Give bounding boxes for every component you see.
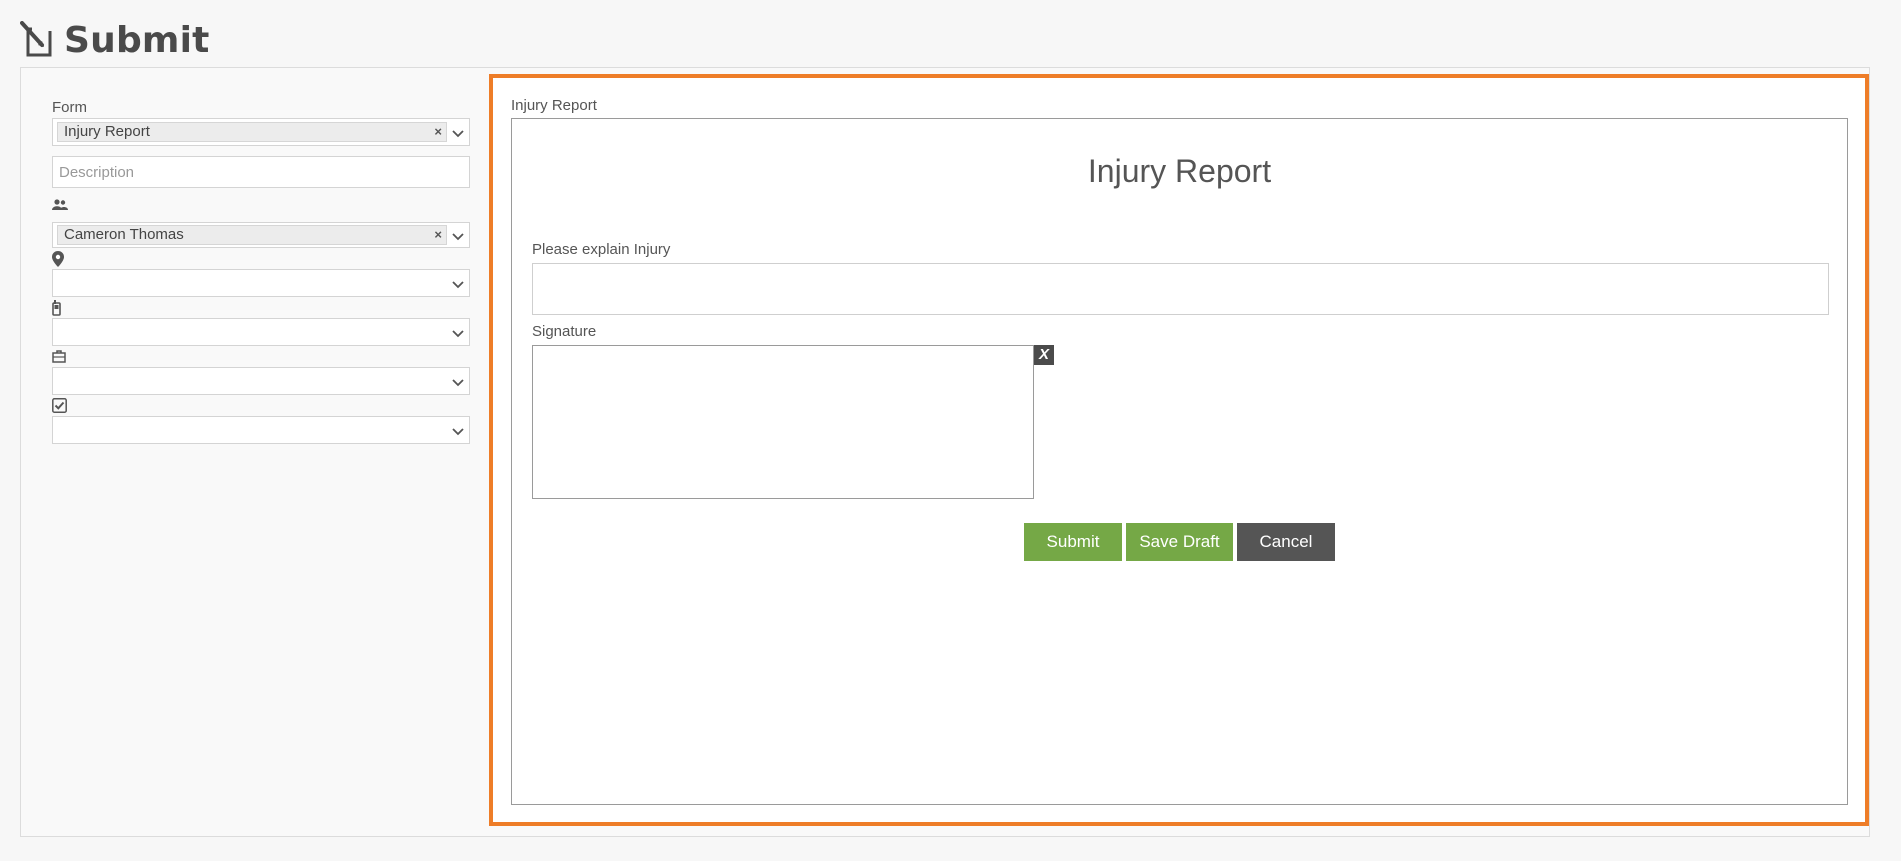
form-preview-label: Injury Report [511, 97, 597, 114]
main-panel: Form Injury Report × Cameron Thomas × [20, 67, 1870, 837]
device-label [52, 297, 470, 318]
people-icon [52, 199, 68, 210]
assignee-value: Cameron Thomas [64, 226, 184, 243]
map-pin-icon [52, 250, 64, 267]
device-select[interactable] [52, 318, 470, 346]
explain-injury-label: Please explain Injury [532, 241, 671, 258]
save-draft-button[interactable]: Save Draft [1126, 523, 1233, 561]
task-label [52, 395, 470, 416]
assignee-chip: Cameron Thomas × [57, 225, 447, 245]
chevron-down-icon[interactable] [451, 277, 465, 291]
chevron-down-icon[interactable] [451, 229, 465, 243]
chevron-down-icon[interactable] [451, 126, 465, 140]
location-select[interactable] [52, 269, 470, 297]
chevron-down-icon[interactable] [451, 375, 465, 389]
assignee-label [52, 188, 470, 222]
job-label [52, 346, 470, 367]
signature-label: Signature [532, 323, 597, 340]
form-actions: Submit Save Draft Cancel [1024, 523, 1335, 561]
edit-form-icon [20, 21, 52, 57]
form-select-chip: Injury Report × [57, 122, 447, 142]
chevron-down-icon[interactable] [451, 326, 465, 340]
briefcase-icon [52, 350, 66, 363]
cancel-button[interactable]: Cancel [1237, 523, 1335, 561]
submission-settings: Form Injury Report × Cameron Thomas × [52, 98, 470, 444]
page-header: Submit [20, 18, 210, 62]
form-frame: Injury Report Please explain Injury Sign… [511, 118, 1848, 805]
explain-injury-input[interactable] [532, 263, 1829, 315]
task-select[interactable] [52, 416, 470, 444]
assignee-select[interactable]: Cameron Thomas × [52, 222, 470, 248]
assignee-clear-button[interactable]: × [434, 226, 442, 244]
form-select[interactable]: Injury Report × [52, 118, 470, 146]
location-label [52, 248, 470, 269]
form-heading: Injury Report [1087, 153, 1272, 189]
form-select-value: Injury Report [64, 123, 150, 140]
submit-button[interactable]: Submit [1024, 523, 1122, 561]
checkbox-icon [52, 398, 67, 413]
form-preview-panel: Injury Report Injury Report Please expla… [489, 74, 1869, 826]
signature-pad[interactable] [532, 345, 1034, 499]
chevron-down-icon[interactable] [451, 424, 465, 438]
signature-clear-button[interactable]: X [1034, 345, 1054, 365]
form-label: Form [52, 99, 87, 116]
form-clear-button[interactable]: × [434, 123, 442, 141]
description-input[interactable] [52, 156, 470, 188]
page-title: Submit [64, 19, 210, 61]
job-select[interactable] [52, 367, 470, 395]
mobile-device-icon [52, 299, 61, 316]
